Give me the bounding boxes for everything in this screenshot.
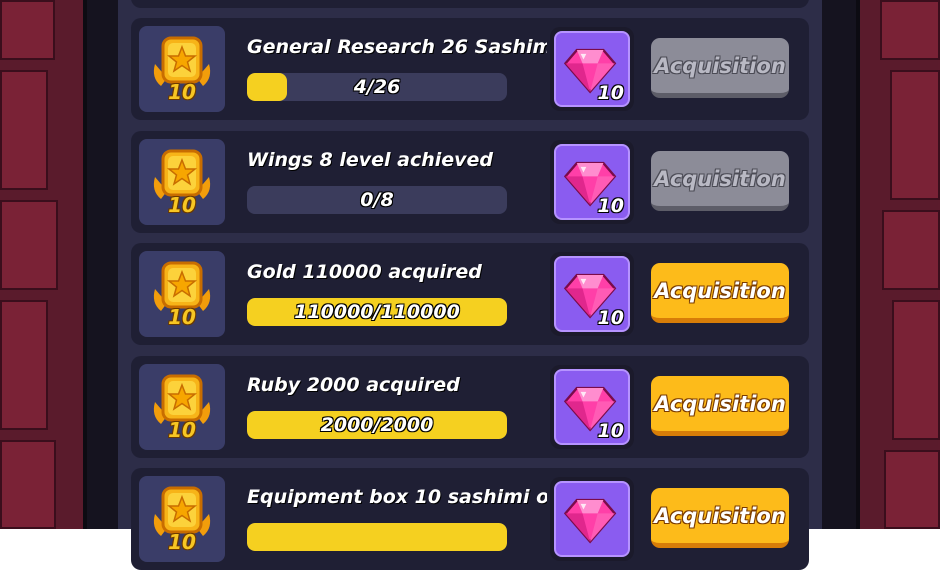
mission-title: Wings 8 level achieved (247, 149, 494, 171)
progress-bar: 110000/110000 (247, 298, 507, 326)
reward-amount: 10 (597, 420, 624, 442)
progress-text: 110000/110000 (294, 301, 460, 323)
brick (890, 70, 940, 200)
medal-value: 10 (168, 418, 196, 442)
medal-value: 10 (168, 193, 196, 217)
brick (0, 0, 55, 60)
mission-row-3: 10 Gold 110000 acquired 110000/110000 10… (131, 243, 809, 345)
brick (0, 440, 56, 529)
reward-slot: 10 (550, 27, 634, 111)
acquisition-button[interactable]: Acquisition (651, 38, 789, 98)
reward-slot: 10 (550, 140, 634, 224)
progress-text: 2000/2000 (320, 414, 434, 436)
acquisition-button[interactable]: Acquisition (651, 488, 789, 548)
medal-badge: 10 (139, 251, 225, 337)
mission-title: General Research 26 Sashimi P (247, 36, 547, 58)
brick (882, 210, 940, 290)
mission-row-5: 10 Equipment box 10 sashimi ope Acquisit… (131, 468, 809, 570)
acquisition-button[interactable]: Acquisition (651, 151, 789, 211)
mission-row-2: 10 Wings 8 level achieved 0/8 10 Acquisi… (131, 131, 809, 233)
reward-amount: 10 (597, 82, 624, 104)
medal-value: 10 (168, 305, 196, 329)
brick (884, 450, 940, 529)
mission-title: Equipment box 10 sashimi ope (247, 486, 547, 508)
reward-amount: 10 (597, 195, 624, 217)
reward-tile: 10 (554, 144, 630, 220)
reward-slot: 10 (550, 252, 634, 336)
medal-badge: 10 (139, 139, 225, 225)
reward-tile (554, 481, 630, 557)
medal-badge: 10 (139, 26, 225, 112)
mission-title: Ruby 2000 acquired (247, 374, 460, 396)
medal-value: 10 (168, 80, 196, 104)
progress-bar (247, 523, 507, 551)
brick (892, 300, 940, 440)
mission-row-1: 10 General Research 26 Sashimi P 4/26 10… (131, 18, 809, 120)
reward-tile: 10 (554, 256, 630, 332)
medal-badge: 10 (139, 364, 225, 450)
reward-slot (550, 477, 634, 561)
progress-bar-fill (247, 523, 507, 551)
acquisition-button[interactable]: Acquisition (651, 376, 789, 436)
reward-slot: 10 (550, 365, 634, 449)
mission-title: Gold 110000 acquired (247, 261, 482, 283)
brick (0, 70, 48, 190)
mission-row-partial (131, 0, 809, 8)
medal-value: 10 (168, 530, 196, 554)
progress-bar: 4/26 (247, 73, 507, 101)
brick (0, 200, 58, 290)
mission-row-4: 10 Ruby 2000 acquired 2000/2000 10 Acqui… (131, 356, 809, 458)
progress-bar: 2000/2000 (247, 411, 507, 439)
reward-tile: 10 (554, 369, 630, 445)
progress-bar: 0/8 (247, 186, 507, 214)
pink-gem-icon (563, 498, 617, 544)
progress-text: 4/26 (353, 76, 401, 98)
acquisition-button[interactable]: Acquisition (651, 263, 789, 323)
brick (0, 300, 48, 430)
medal-badge: 10 (139, 476, 225, 562)
progress-text: 0/8 (360, 189, 394, 211)
brick (880, 0, 940, 60)
reward-amount: 10 (597, 307, 624, 329)
reward-tile: 10 (554, 31, 630, 107)
